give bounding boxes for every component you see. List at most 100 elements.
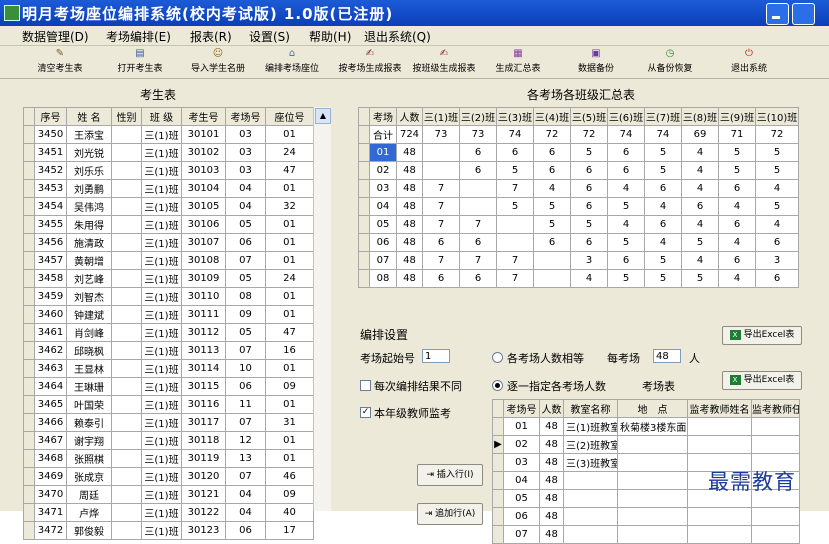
table-cell[interactable] (111, 287, 142, 306)
table-cell[interactable]: 30104 (181, 179, 226, 198)
table-cell[interactable] (617, 525, 688, 544)
table-cell[interactable]: 01 (265, 395, 314, 414)
table-cell[interactable]: 30113 (181, 341, 226, 360)
table-row[interactable]: 3454 吴伟鸿 三(1)班 30105 04 32 (23, 197, 314, 216)
table-cell[interactable]: 08 (225, 287, 266, 306)
table-cell[interactable]: 5 (607, 233, 645, 252)
table-cell[interactable]: 秋菊楼3楼东面 (617, 417, 688, 436)
row-indicator[interactable] (492, 471, 504, 490)
table-row[interactable]: 06 48 (492, 507, 800, 526)
table-cell[interactable]: 4 (718, 269, 756, 288)
row-indicator[interactable] (23, 179, 35, 198)
start-number-input[interactable]: 1 (422, 349, 450, 363)
table-cell[interactable]: 6 (718, 215, 756, 234)
table-cell[interactable]: 24 (265, 269, 314, 288)
table-cell[interactable]: 三(1)班 (141, 521, 182, 540)
table-cell[interactable]: 05 (225, 215, 266, 234)
table-cell[interactable]: 48 (396, 269, 423, 288)
table-cell[interactable] (111, 143, 142, 162)
table-cell[interactable]: 3452 (34, 161, 67, 180)
table-cell[interactable]: 30101 (181, 125, 226, 144)
table-cell[interactable]: 6 (570, 233, 608, 252)
row-indicator[interactable] (23, 305, 35, 324)
table-cell[interactable]: 48 (539, 417, 564, 436)
open-students-button[interactable]: ▤ 打开考生表 (112, 46, 168, 78)
menu-exit[interactable]: 退出系统(Q) (364, 28, 431, 45)
table-cell[interactable] (563, 525, 618, 544)
row-indicator[interactable] (23, 503, 35, 522)
table-cell[interactable]: 三(1)班 (141, 377, 182, 396)
row-indicator[interactable] (358, 179, 370, 198)
row-indicator[interactable] (23, 233, 35, 252)
table-cell[interactable] (111, 125, 142, 144)
table-cell[interactable]: 4 (755, 179, 799, 198)
table-cell[interactable]: 卢烨 (66, 503, 112, 522)
table-cell[interactable]: 7 (422, 251, 460, 270)
table-cell[interactable]: 刘光锐 (66, 143, 112, 162)
row-indicator[interactable] (23, 125, 35, 144)
table-cell[interactable]: 6 (570, 197, 608, 216)
table-cell[interactable]: 3463 (34, 359, 67, 378)
table-cell[interactable]: 48 (539, 453, 564, 472)
table-cell[interactable]: 三(1)班 (141, 197, 182, 216)
table-cell[interactable]: 7 (459, 251, 497, 270)
table-cell[interactable]: 6 (533, 233, 571, 252)
column-header[interactable]: 考场 (369, 107, 397, 126)
table-cell[interactable]: 3467 (34, 431, 67, 450)
table-cell[interactable]: 6 (718, 251, 756, 270)
table-cell[interactable]: 7 (496, 179, 534, 198)
table-cell[interactable]: 7 (496, 269, 534, 288)
table-cell[interactable]: 30121 (181, 485, 226, 504)
table-cell[interactable]: 48 (539, 471, 564, 490)
table-cell[interactable]: 施清政 (66, 233, 112, 252)
table-cell[interactable]: 张照棋 (66, 449, 112, 468)
table-cell[interactable]: 04 (225, 485, 266, 504)
table-row[interactable]: 3467 谢宇翔 三(1)班 30118 12 01 (23, 431, 314, 450)
table-row[interactable]: 3455 朱用得 三(1)班 30106 05 01 (23, 215, 314, 234)
table-cell[interactable] (687, 507, 752, 526)
table-cell[interactable]: 三(2)班教室 (563, 435, 618, 454)
table-cell[interactable]: 30110 (181, 287, 226, 306)
table-cell[interactable]: 48 (539, 525, 564, 544)
table-row[interactable]: 02 48 6 5 6 6 6 5 4 5 5 (358, 161, 799, 180)
table-cell[interactable]: 30107 (181, 233, 226, 252)
table-cell[interactable]: 07 (225, 413, 266, 432)
students-grid[interactable]: 序号 姓 名 性别 班 级 考生号 考场号 座位号 3450 王添宝 三(1)班 30… (23, 107, 314, 540)
arrange-seats-button[interactable]: ⌂ 编排考场座位 (260, 46, 324, 78)
table-cell[interactable]: 3450 (34, 125, 67, 144)
table-cell[interactable]: 6 (607, 161, 645, 180)
room-report-button[interactable]: ✍ 按考场生成报表 (335, 46, 405, 78)
table-cell[interactable]: 5 (607, 197, 645, 216)
table-row[interactable]: 3458 刘艺峰 三(1)班 30109 05 24 (23, 269, 314, 288)
table-row[interactable]: 3465 叶国荣 三(1)班 30116 11 01 (23, 395, 314, 414)
table-cell[interactable] (111, 251, 142, 270)
table-cell[interactable] (751, 525, 800, 544)
table-cell[interactable]: 黄朝增 (66, 251, 112, 270)
table-cell[interactable]: 10 (225, 359, 266, 378)
table-cell[interactable]: 5 (644, 251, 682, 270)
table-cell[interactable]: 09 (265, 377, 314, 396)
table-cell[interactable]: 3460 (34, 305, 67, 324)
table-cell[interactable]: 48 (539, 507, 564, 526)
column-header[interactable]: 考场号 (225, 107, 266, 126)
table-cell[interactable] (617, 471, 688, 490)
row-indicator[interactable] (492, 489, 504, 508)
table-cell[interactable]: 04 (225, 197, 266, 216)
table-cell[interactable]: 74 (644, 125, 682, 144)
row-indicator[interactable] (358, 215, 370, 234)
table-cell[interactable]: 三(1)班 (141, 287, 182, 306)
table-cell[interactable] (687, 435, 752, 454)
column-header[interactable]: 三(6)班 (607, 107, 645, 126)
table-cell[interactable]: 47 (265, 323, 314, 342)
table-cell[interactable] (111, 161, 142, 180)
row-indicator[interactable] (23, 359, 35, 378)
table-cell[interactable]: 6 (755, 233, 799, 252)
row-indicator[interactable] (23, 467, 35, 486)
table-cell[interactable] (111, 179, 142, 198)
row-indicator[interactable] (492, 525, 504, 544)
per-room-input[interactable]: 48 (653, 349, 681, 363)
table-cell[interactable]: 04 (503, 471, 540, 490)
summary-button[interactable]: ▦ 生成汇总表 (490, 46, 546, 78)
backup-button[interactable]: ▣ 数据备份 (572, 46, 620, 78)
table-cell[interactable]: 31 (265, 413, 314, 432)
